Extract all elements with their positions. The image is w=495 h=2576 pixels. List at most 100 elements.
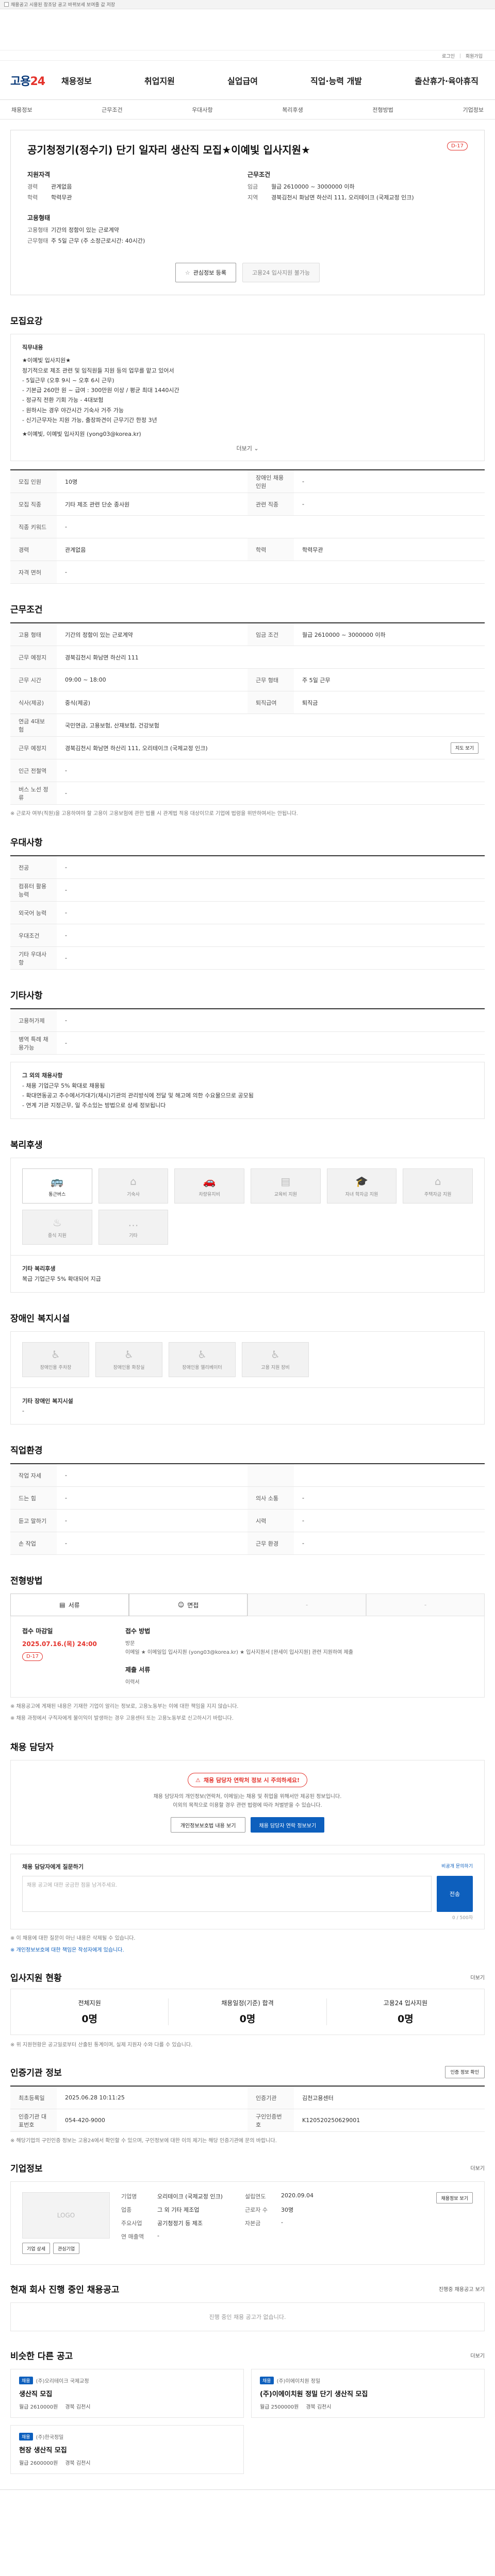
job-card-title: 현장 생산직 모집 <box>19 2447 67 2455</box>
company-jobs-button[interactable]: 채용정보 보기 <box>436 2192 473 2204</box>
table-row: 근무 예정지 경북김천시 화남면 하산리 111 <box>10 646 485 669</box>
show-contact-button[interactable]: 채용 담당자 연락 정보보기 <box>251 1817 325 1833</box>
company-interest-button[interactable]: 관심기업 <box>53 2243 80 2255</box>
row-label: 경력 <box>10 538 57 561</box>
company-label: 업종 <box>121 2207 132 2214</box>
warning-icon: ⚠ <box>195 1776 201 1784</box>
description-line: - 원하시는 경우 야간시간 기숙사 거주 가능 <box>22 406 124 414</box>
process-step-docs: ▤ 서류 <box>10 1594 129 1617</box>
question-input[interactable]: 채용 공고에 대한 궁금한 점을 남겨주세요. <box>22 1876 432 1912</box>
subnav-welfare[interactable]: 복리후생 <box>282 106 303 114</box>
pref-table: 전공 - 컴퓨터 활용 능력 - 외국어 능력 - 우대조건 - 기타 우대사항 - <box>10 855 485 970</box>
company-value: 공기청정기 등 제조 <box>157 2220 203 2227</box>
row-value: 경북김천시 화남면 하산리 111, 오리테이크 (국제교정 인크) <box>65 744 208 752</box>
similar-job-card[interactable]: 채용 (주)오리테이크 국제교정 생산직 모집 월급 2610000원 경북 김천시 <box>10 2369 244 2418</box>
row-value: - <box>302 1517 304 1524</box>
welfare-card: ♨ 중식 지원 <box>22 1210 92 1245</box>
row-label: 모집 직종 <box>10 493 57 516</box>
row-value: - <box>65 887 67 894</box>
description-line <box>22 425 473 429</box>
nav-leave[interactable]: 출산휴가·육아휴직 <box>412 74 481 87</box>
row-label: 고용 형태 <box>10 623 57 646</box>
nav-support[interactable]: 취업지원 <box>142 74 177 87</box>
job-badge: 채용 <box>19 2377 33 2385</box>
send-question-button[interactable]: 전송 <box>437 1876 473 1912</box>
row-label: 연금 4대보험 <box>10 714 57 737</box>
description-line: 정기적으로 제조 관련 및 임직원들 지원 등의 업무를 맡고 있어서 <box>22 367 174 374</box>
login-link[interactable]: 로그인 <box>442 53 455 59</box>
table-row: 직종 키워드 - <box>10 516 485 539</box>
welfare-extra: 기타 복리후생 복급 기업근무 5% 확대되어 지급 <box>10 1256 485 1293</box>
apply-button: 고용24 입사지원 불가능 <box>242 263 320 282</box>
company-label: 근로자 수 <box>245 2207 268 2214</box>
section-company-title: 기업정보 <box>10 2164 43 2175</box>
similar-job-card[interactable]: 채용 (주)한국정밀 현장 생산직 모집 월급 2600000원 경북 김천시 <box>10 2425 244 2475</box>
row-label: 장애인 채용 인원 <box>248 470 294 493</box>
company-label: 자본금 <box>245 2220 261 2227</box>
similar-more-link[interactable]: 더보기 <box>470 2351 485 2359</box>
row-value: 퇴직금 <box>302 699 318 706</box>
section-recruit-title: 모집요강 <box>10 316 43 327</box>
row-label: 의사 소통 <box>248 1487 294 1510</box>
nav-jobs[interactable]: 채용정보 <box>59 74 94 87</box>
table-row: 버스 노선 정류 - <box>10 782 485 805</box>
table-row: 외국어 능력 - <box>10 902 485 925</box>
table-row: 전공 - <box>10 856 485 879</box>
row-value: 월급 2610000 ~ 3000000 이하 <box>302 631 386 638</box>
row-value: - <box>302 1540 304 1547</box>
top-note: 채용공고 시용된 창조당 공고 바뀌보세 보여줄 값 저장 <box>0 0 495 9</box>
nav-training[interactable]: 직업·능력 개발 <box>308 74 364 87</box>
accessibility-icon: ♿ <box>51 1348 60 1361</box>
subnav-recruit[interactable]: 채용정보 <box>11 106 32 114</box>
row-label: 학력 <box>248 538 294 561</box>
company-value: 30명 <box>281 2207 294 2214</box>
table-row: 근무 시간 09:00 ~ 18:00 근무 형태 주 5일 근무 <box>10 669 485 692</box>
process-step-3: - <box>248 1594 366 1617</box>
add-interest-button[interactable]: ☆ 관심정보 등록 <box>175 263 236 282</box>
subnav-company[interactable]: 기업정보 <box>463 106 483 114</box>
site-logo[interactable]: 고용24 <box>10 72 59 89</box>
row-label: 작업 자세 <box>10 1464 57 1487</box>
row-label: 식사(제공) <box>10 691 57 714</box>
others-more-link[interactable]: 진행중 채용공고 보기 <box>439 2285 485 2293</box>
section-etc-title: 기타사항 <box>10 991 43 1002</box>
check-cert-button[interactable]: 인증 정보 확인 <box>444 2065 485 2078</box>
top-note-checkbox[interactable] <box>4 2 9 7</box>
row-label: 모집 인원 <box>10 470 57 493</box>
nav-unemployment[interactable]: 실업급여 <box>225 74 260 87</box>
stat-total: 전체지원 0명 <box>11 1998 169 2026</box>
welfare-card: ⌂ 기숙사 <box>98 1168 169 1204</box>
emp-head: 고용형태 <box>27 214 51 222</box>
company-more-link[interactable]: 더보기 <box>470 2164 485 2172</box>
signup-link[interactable]: 회원가입 <box>466 53 483 59</box>
table-row: 인증기관 대표번호 054-420-9000 구인인증번호 K120520250629… <box>10 2109 485 2132</box>
disability-card: ♿ 장애인용 엘리베이터 <box>169 1342 236 1377</box>
welfare-card: 🎓 자녀 학자금 지원 <box>326 1168 397 1204</box>
description-line: ★이예빛, 이예빛 입사지원 (yong03@korea.kr) <box>22 431 141 437</box>
subnav-process[interactable]: 전형방법 <box>372 106 393 114</box>
etc-table: 고용허가제 - 병역 특례 채용가능 - <box>10 1008 485 1055</box>
row-label <box>248 1464 294 1487</box>
section-career-title: 직업환경 <box>10 1446 43 1456</box>
table-row: 고용허가제 - <box>10 1009 485 1032</box>
subnav-condition[interactable]: 근무조건 <box>102 106 122 114</box>
apply-more-link[interactable]: 더보기 <box>470 1973 485 1981</box>
private-question-link[interactable]: 비공개 문의하기 <box>441 1862 473 1871</box>
row-value: - <box>65 790 67 797</box>
accessibility-icon: ♿ <box>124 1348 134 1361</box>
row-label: 근무 시간 <box>10 669 57 691</box>
company-detail-button[interactable]: 기업 상세 <box>22 2243 50 2255</box>
job-summary: 공기청정기(정수기) 단기 일자리 생산직 모집★이예빛 입사지원★ D-17 … <box>10 130 485 295</box>
section-hire-title: 인증기관 정보 <box>10 2068 62 2079</box>
privacy-law-button[interactable]: 개인정보보호법 내용 보기 <box>170 1817 246 1833</box>
row-value: 주 5일 근무 <box>302 676 331 684</box>
house-icon: ⌂ <box>434 1175 441 1188</box>
subnav-pref[interactable]: 우대사항 <box>192 106 212 114</box>
company-value <box>281 2232 369 2241</box>
similar-job-card[interactable]: 채용 (주)이에이치원 정밀 (주)이에이치원 정밀 단기 생산직 모집 월급 250… <box>251 2369 485 2418</box>
map-button[interactable]: 지도 보기 <box>451 742 478 754</box>
more-button[interactable]: 더보기 ⌄ <box>22 444 473 452</box>
process-step-interview: ☺ 면접 <box>129 1594 248 1617</box>
home-icon: ⌂ <box>130 1175 137 1188</box>
etc-line: - 채용 기업근무 5% 확대로 채용됨 <box>22 1082 105 1089</box>
